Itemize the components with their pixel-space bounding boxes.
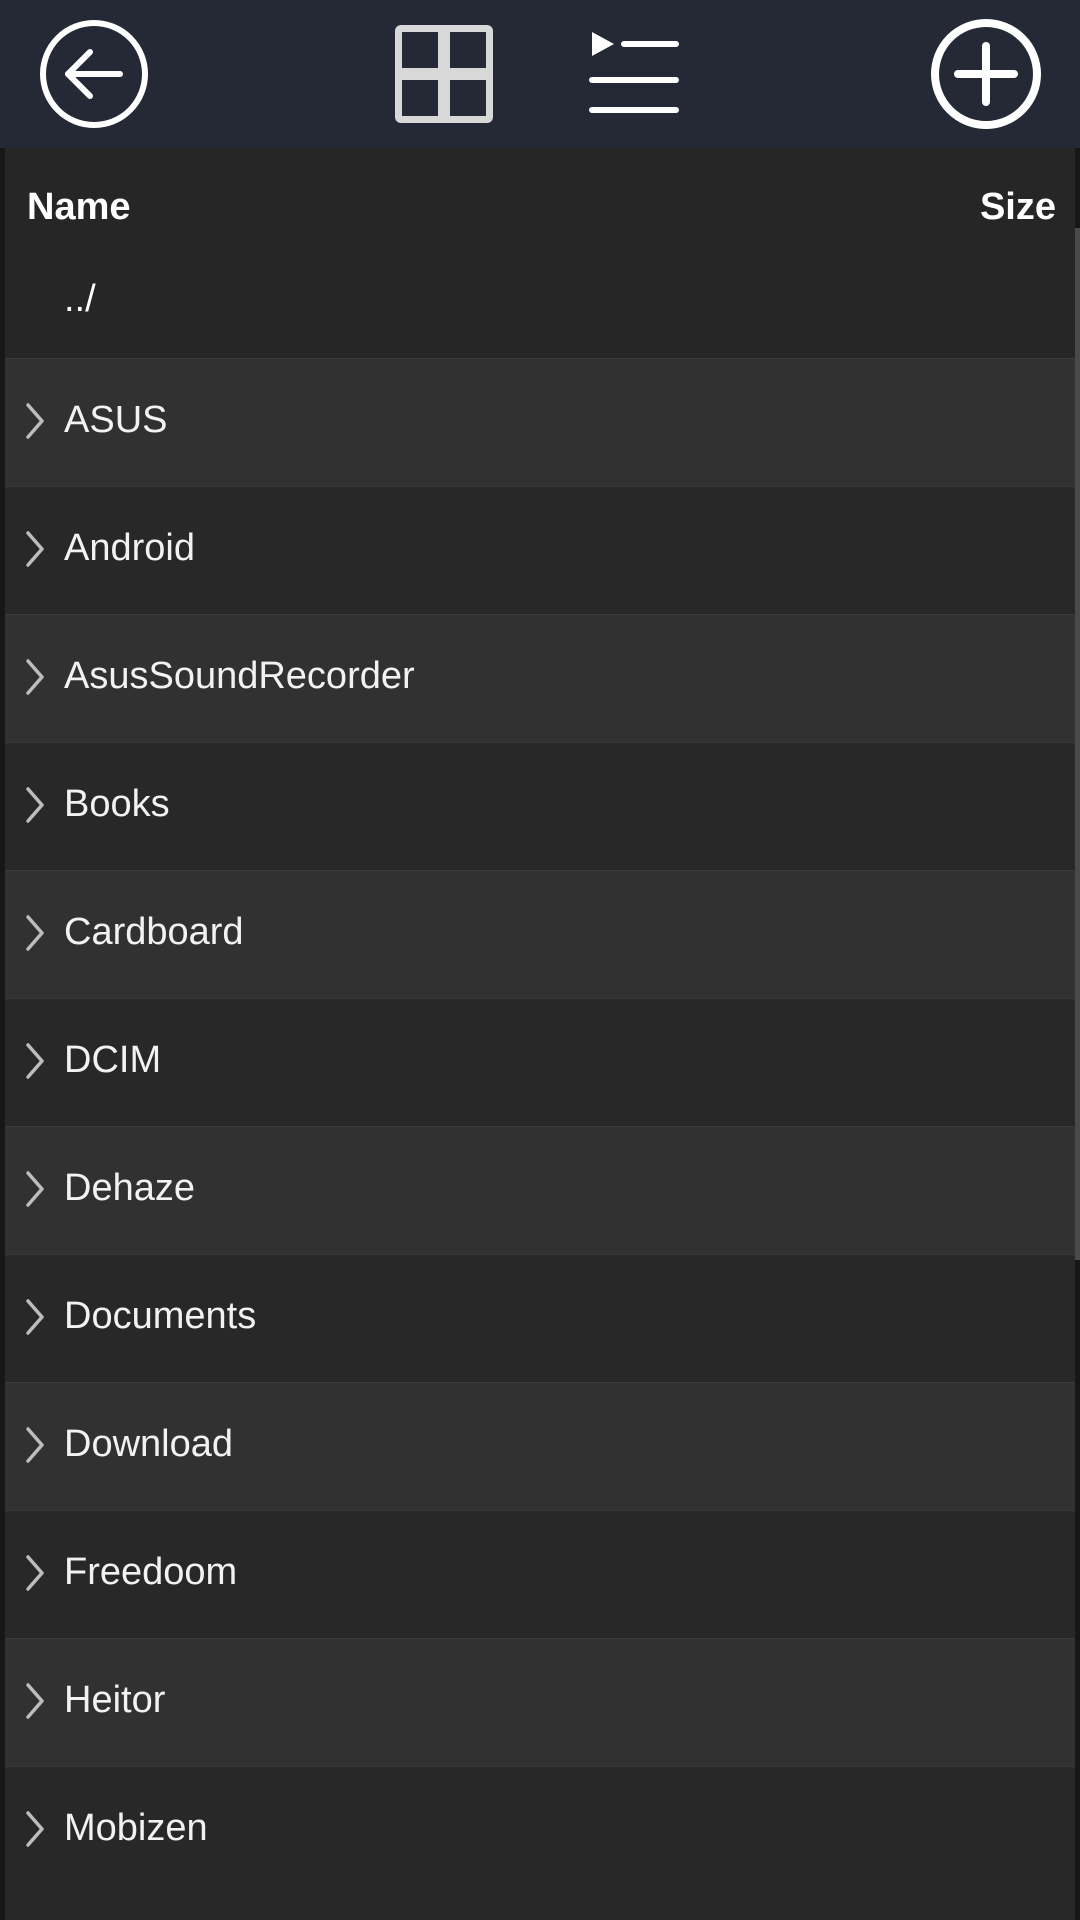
folder-name: DCIM xyxy=(64,1039,162,1081)
folder-name: Cardboard xyxy=(64,911,244,953)
folder-name: Android xyxy=(64,527,195,569)
chevron-right-icon xyxy=(26,531,44,567)
file-list[interactable]: Name Size ../ ASUS Android AsusSoundRecord… xyxy=(5,148,1075,1920)
folder-row[interactable]: Dehaze xyxy=(5,1126,1075,1254)
chevron-right-icon xyxy=(26,403,44,439)
chevron-right-icon xyxy=(26,1555,44,1591)
folder-name: Mobizen xyxy=(64,1807,208,1849)
folder-row[interactable]: AsusSoundRecorder xyxy=(5,614,1075,742)
chevron-right-icon xyxy=(26,659,44,695)
chevron-right-icon xyxy=(26,1171,44,1207)
list-view-icon xyxy=(589,32,679,113)
folder-name: ASUS xyxy=(64,399,168,441)
name-column-header[interactable]: Name xyxy=(27,186,131,229)
folder-row[interactable]: Books xyxy=(5,742,1075,870)
chevron-right-icon xyxy=(26,1427,44,1463)
folder-name: Freedoom xyxy=(64,1551,238,1593)
chevron-right-icon xyxy=(26,1299,44,1335)
chevron-right-icon xyxy=(26,1043,44,1079)
folder-rows: ASUS Android AsusSoundRecorder Books Cardboa… xyxy=(5,358,1075,1894)
parent-directory-row[interactable]: ../ xyxy=(5,256,1075,358)
folder-row[interactable]: Cardboard xyxy=(5,870,1075,998)
list-view-button[interactable] xyxy=(588,30,680,116)
chevron-right-icon xyxy=(26,787,44,823)
folder-row[interactable]: Download xyxy=(5,1382,1075,1510)
grid-view-button[interactable] xyxy=(392,22,496,126)
folder-name: Download xyxy=(64,1423,233,1465)
chevron-right-icon xyxy=(26,1811,44,1847)
folder-name: Books xyxy=(64,783,170,825)
folder-row[interactable]: Documents xyxy=(5,1254,1075,1382)
chevron-right-icon xyxy=(26,1683,44,1719)
add-circle-icon xyxy=(931,19,1041,129)
folder-row[interactable]: Android xyxy=(5,486,1075,614)
toolbar xyxy=(0,0,1080,148)
folder-name: Heitor xyxy=(64,1679,166,1721)
back-button[interactable] xyxy=(38,18,150,130)
file-list-area: Name Size ../ ASUS Android AsusSoundRecord… xyxy=(0,148,1080,1920)
back-arrow-circle-icon xyxy=(40,20,148,128)
folder-row[interactable]: ASUS xyxy=(5,358,1075,486)
parent-directory-label: ../ xyxy=(64,278,96,320)
list-header: Name Size xyxy=(5,148,1075,256)
folder-row[interactable]: Freedoom xyxy=(5,1510,1075,1638)
size-column-header[interactable]: Size xyxy=(980,186,1056,229)
folder-row[interactable]: DCIM xyxy=(5,998,1075,1126)
folder-name: Dehaze xyxy=(64,1167,195,1209)
folder-name: Documents xyxy=(64,1295,257,1337)
folder-row[interactable]: Mobizen xyxy=(5,1766,1075,1894)
scrollbar[interactable] xyxy=(1075,228,1080,1260)
chevron-right-icon xyxy=(26,915,44,951)
folder-row[interactable]: Heitor xyxy=(5,1638,1075,1766)
add-button[interactable] xyxy=(930,18,1042,130)
folder-name: AsusSoundRecorder xyxy=(64,655,415,697)
grid-view-icon xyxy=(395,25,493,123)
